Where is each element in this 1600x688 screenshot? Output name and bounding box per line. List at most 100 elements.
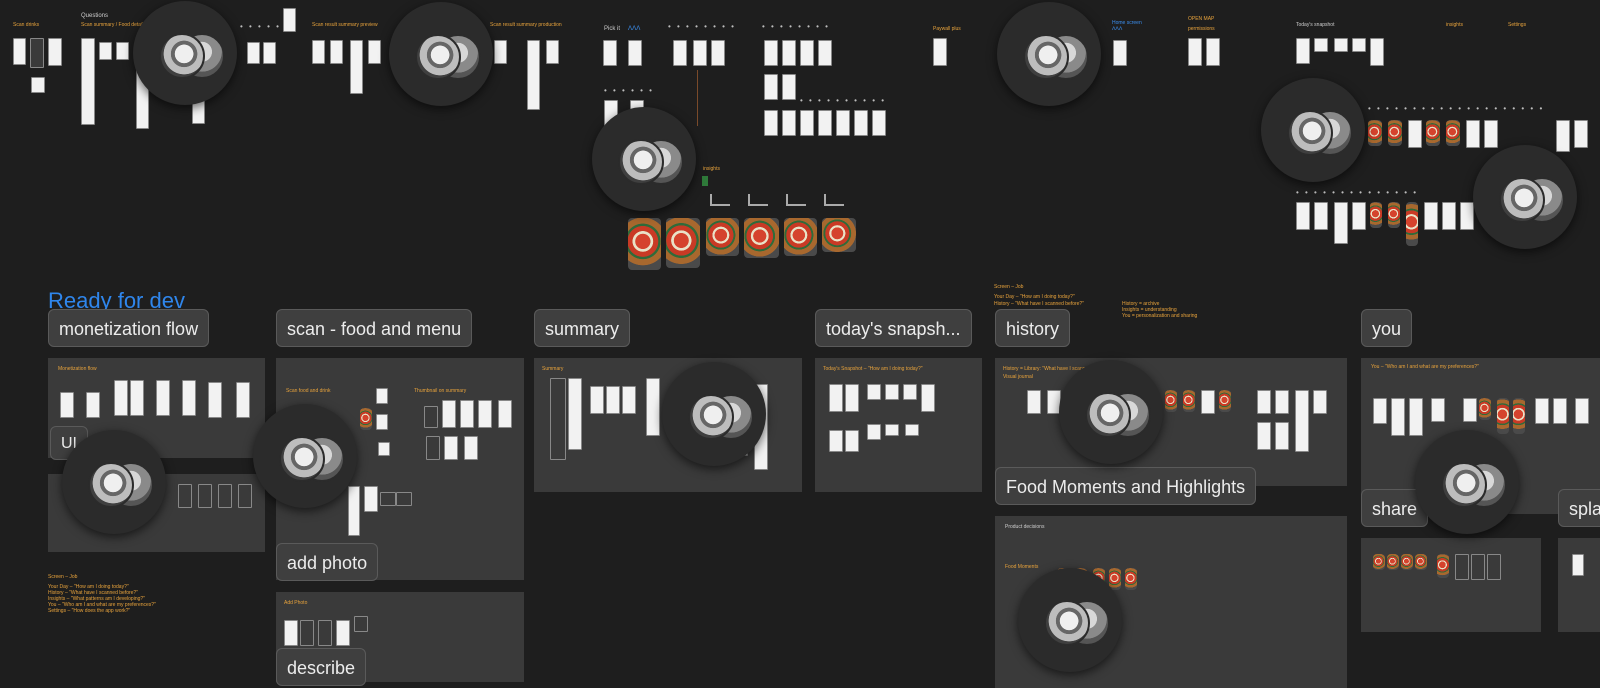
phone-frame[interactable]: [114, 380, 128, 416]
phone-frame[interactable]: [236, 382, 250, 418]
phone-frame[interactable]: [208, 382, 222, 418]
phone-frame[interactable]: [646, 378, 660, 436]
phone-frame[interactable]: [1409, 398, 1423, 436]
phone-frame[interactable]: [829, 430, 843, 452]
phone-frame[interactable]: [283, 8, 296, 32]
phone-frame[interactable]: [782, 74, 796, 100]
phone-frame[interactable]: [348, 486, 360, 536]
phone-frame[interactable]: [603, 40, 617, 66]
splash-panel[interactable]: [1558, 538, 1600, 632]
phone-frame[interactable]: [606, 386, 620, 414]
phone-frame[interactable]: [905, 424, 919, 436]
food-photo[interactable]: [706, 218, 739, 256]
phone-frame[interactable]: [1257, 390, 1271, 414]
collaborator-avatar[interactable]: [1059, 360, 1163, 464]
phone-frame[interactable]: [885, 384, 899, 400]
food-photo[interactable]: [1373, 554, 1385, 570]
phone-frame[interactable]: [1027, 390, 1041, 414]
phone-frame[interactable]: [673, 40, 687, 66]
food-photo[interactable]: [1370, 202, 1382, 228]
food-photo[interactable]: [744, 218, 779, 258]
phone-frame[interactable]: [1572, 554, 1584, 576]
phone-frame[interactable]: [380, 492, 396, 506]
food-photo[interactable]: [1497, 398, 1509, 434]
collaborator-avatar[interactable]: [389, 2, 493, 106]
splash-label[interactable]: spla: [1558, 489, 1600, 527]
food-photo[interactable]: [822, 218, 856, 252]
phone-frame[interactable]: [867, 424, 881, 440]
food-photo[interactable]: [628, 218, 661, 270]
collaborator-avatar[interactable]: [1415, 430, 1519, 534]
phone-frame[interactable]: [1463, 398, 1477, 422]
phone-frame[interactable]: [354, 616, 368, 632]
phone-frame[interactable]: [284, 620, 298, 646]
phone-frame[interactable]: [933, 38, 947, 66]
phone-frame[interactable]: [845, 430, 859, 452]
phone-frame[interactable]: [1314, 38, 1328, 52]
section-label-history[interactable]: history: [995, 309, 1071, 347]
food-photo[interactable]: [1219, 390, 1231, 412]
phone-frame[interactable]: [444, 436, 458, 460]
add-photo-label[interactable]: add photo: [276, 543, 379, 581]
collaborator-avatar[interactable]: [133, 1, 237, 105]
phone-frame[interactable]: [424, 406, 438, 428]
food-photo[interactable]: [1513, 398, 1525, 434]
phone-frame[interactable]: [350, 40, 363, 94]
phone-frame[interactable]: [396, 492, 412, 506]
phone-frame[interactable]: [318, 620, 332, 646]
section-label-scan[interactable]: scan - food and menu: [276, 309, 473, 347]
phone-frame[interactable]: [782, 110, 796, 136]
phone-frame[interactable]: [1535, 398, 1549, 424]
phone-frame[interactable]: [1201, 390, 1215, 414]
phone-frame[interactable]: [48, 38, 62, 66]
phone-frame[interactable]: [1313, 390, 1327, 414]
phone-frame[interactable]: [550, 378, 566, 460]
phone-frame[interactable]: [872, 110, 886, 136]
food-photo[interactable]: [1446, 120, 1460, 146]
phone-frame[interactable]: [1553, 398, 1567, 424]
phone-frame[interactable]: [1484, 120, 1498, 148]
phone-frame[interactable]: [1296, 38, 1310, 64]
food-photo[interactable]: [1401, 554, 1413, 570]
phone-frame[interactable]: [178, 484, 192, 508]
food-photo[interactable]: [1437, 554, 1449, 578]
phone-frame[interactable]: [330, 40, 343, 64]
phone-frame[interactable]: [818, 110, 832, 136]
phone-frame[interactable]: [1206, 38, 1220, 66]
phone-frame[interactable]: [800, 40, 814, 66]
phone-frame[interactable]: [498, 400, 512, 428]
phone-frame[interactable]: [198, 484, 212, 508]
phone-frame[interactable]: [81, 38, 95, 125]
phone-frame[interactable]: [460, 400, 474, 428]
food-moments-label[interactable]: Food Moments and Highlights: [995, 467, 1257, 505]
phone-frame[interactable]: [368, 40, 381, 64]
phone-frame[interactable]: [1257, 422, 1271, 450]
phone-frame[interactable]: [1431, 398, 1445, 422]
share-panel[interactable]: [1361, 538, 1541, 632]
phone-frame[interactable]: [1575, 398, 1589, 424]
phone-frame[interactable]: [546, 40, 559, 64]
phone-frame[interactable]: [818, 40, 832, 66]
phone-frame[interactable]: [1487, 554, 1501, 580]
phone-frame[interactable]: [426, 436, 440, 460]
phone-frame[interactable]: [300, 620, 314, 646]
phone-frame[interactable]: [376, 414, 388, 430]
phone-frame[interactable]: [628, 40, 642, 66]
phone-frame[interactable]: [156, 380, 170, 416]
phone-frame[interactable]: [1408, 120, 1422, 148]
phone-frame[interactable]: [116, 42, 129, 60]
phone-frame[interactable]: [1460, 202, 1474, 230]
phone-frame[interactable]: [885, 424, 899, 436]
phone-frame[interactable]: [836, 110, 850, 136]
phone-frame[interactable]: [336, 620, 350, 646]
phone-frame[interactable]: [845, 384, 859, 412]
section-label-summary[interactable]: summary: [534, 309, 631, 347]
food-photo[interactable]: [1109, 568, 1121, 590]
food-photo[interactable]: [360, 408, 372, 430]
phone-frame[interactable]: [376, 388, 388, 404]
collaborator-avatar[interactable]: [662, 362, 766, 466]
phone-frame[interactable]: [312, 40, 325, 64]
phone-frame[interactable]: [764, 74, 778, 100]
phone-frame[interactable]: [378, 442, 390, 456]
phone-frame[interactable]: [1455, 554, 1469, 580]
